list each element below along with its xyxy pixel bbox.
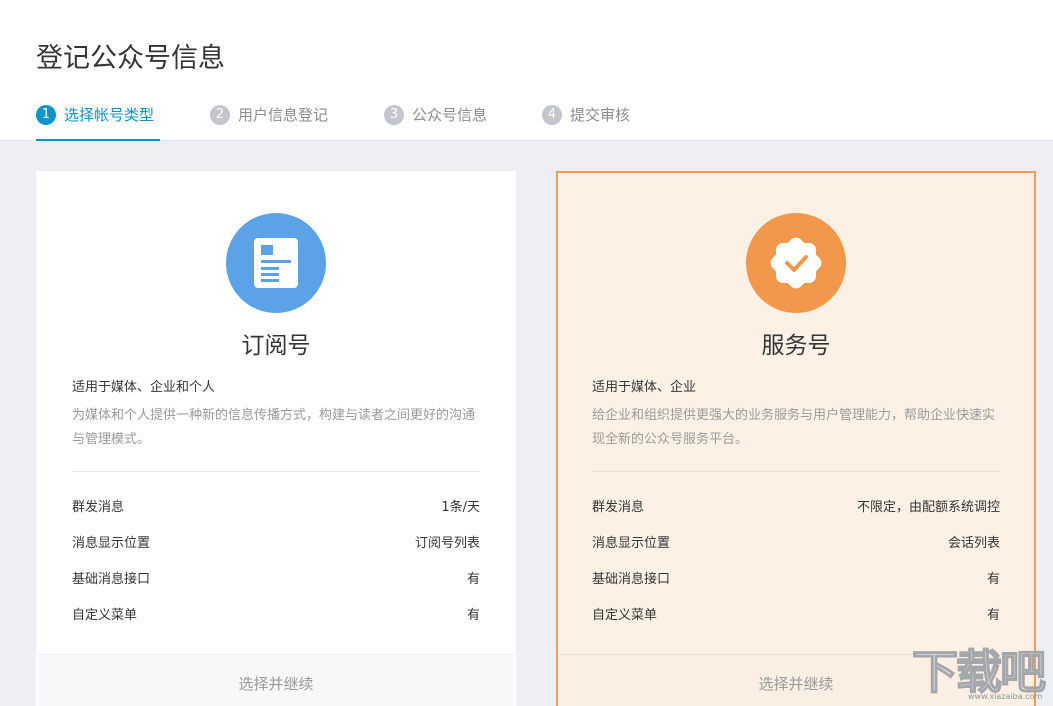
feature-value: 有 <box>987 569 1000 605</box>
page-title: 登记公众号信息 <box>36 36 225 75</box>
feature-name: 消息显示位置 <box>72 533 150 569</box>
step-number: 1 <box>36 105 56 125</box>
feature-value: 有 <box>987 605 1000 641</box>
step-number: 4 <box>542 105 562 125</box>
feature-value: 有 <box>467 605 480 641</box>
step-label: 公众号信息 <box>412 104 487 126</box>
feature-name: 自定义菜单 <box>72 605 137 641</box>
step-label: 选择帐号类型 <box>64 104 154 126</box>
card-subtitle: 适用于媒体、企业和个人 <box>72 376 215 395</box>
document-icon <box>226 213 326 313</box>
feature-name: 群发消息 <box>72 497 124 533</box>
feature-name: 群发消息 <box>592 497 644 533</box>
card-description: 给企业和组织提供更强大的业务服务与用户管理能力，帮助企业快速实现全新的公众号服务… <box>592 404 1002 452</box>
select-and-continue-button[interactable]: 选择并继续 <box>558 654 1034 706</box>
feature-value: 订阅号列表 <box>415 533 480 569</box>
select-and-continue-button[interactable]: 选择并继续 <box>38 654 514 706</box>
card-title: 服务号 <box>556 326 1036 360</box>
divider <box>72 471 480 472</box>
subscription-account-card[interactable]: 订阅号 适用于媒体、企业和个人 为媒体和个人提供一种新的信息传播方式，构建与读者… <box>36 171 516 706</box>
step-number: 2 <box>210 105 230 125</box>
card-title: 订阅号 <box>36 326 516 360</box>
feature-value: 不限定，由配额系统调控 <box>857 497 1000 533</box>
feature-name: 基础消息接口 <box>592 569 670 605</box>
feature-row: 基础消息接口 有 <box>72 569 480 605</box>
card-subtitle: 适用于媒体、企业 <box>592 376 696 395</box>
step-label: 用户信息登记 <box>238 104 328 126</box>
step-select-account-type[interactable]: 1 选择帐号类型 <box>36 105 160 141</box>
step-label: 提交审核 <box>570 104 630 126</box>
card-description: 为媒体和个人提供一种新的信息传播方式，构建与读者之间更好的沟通与管理模式。 <box>72 404 482 452</box>
verified-badge-icon <box>746 213 846 313</box>
step-submit-review[interactable]: 4 提交审核 <box>542 105 630 141</box>
step-user-info[interactable]: 2 用户信息登记 <box>210 105 328 141</box>
feature-list: 群发消息 1条/天 消息显示位置 订阅号列表 基础消息接口 有 自定义菜单 有 <box>72 497 480 641</box>
feature-row: 自定义菜单 有 <box>72 605 480 641</box>
feature-value: 有 <box>467 569 480 605</box>
feature-list: 群发消息 不限定，由配额系统调控 消息显示位置 会话列表 基础消息接口 有 自定… <box>592 497 1000 641</box>
divider <box>592 471 1000 472</box>
feature-name: 基础消息接口 <box>72 569 150 605</box>
page-header: 登记公众号信息 1 选择帐号类型 2 用户信息登记 3 公众号信息 4 提交审核 <box>0 0 1053 141</box>
feature-row: 基础消息接口 有 <box>592 569 1000 605</box>
feature-value: 1条/天 <box>441 497 480 533</box>
feature-name: 自定义菜单 <box>592 605 657 641</box>
service-account-card[interactable]: 服务号 适用于媒体、企业 给企业和组织提供更强大的业务服务与用户管理能力，帮助企… <box>556 171 1036 706</box>
feature-row: 自定义菜单 有 <box>592 605 1000 641</box>
feature-row: 消息显示位置 订阅号列表 <box>72 533 480 569</box>
step-account-info[interactable]: 3 公众号信息 <box>384 105 487 141</box>
feature-row: 群发消息 不限定，由配额系统调控 <box>592 497 1000 533</box>
feature-row: 消息显示位置 会话列表 <box>592 533 1000 569</box>
step-number: 3 <box>384 105 404 125</box>
feature-row: 群发消息 1条/天 <box>72 497 480 533</box>
feature-value: 会话列表 <box>948 533 1000 569</box>
feature-name: 消息显示位置 <box>592 533 670 569</box>
